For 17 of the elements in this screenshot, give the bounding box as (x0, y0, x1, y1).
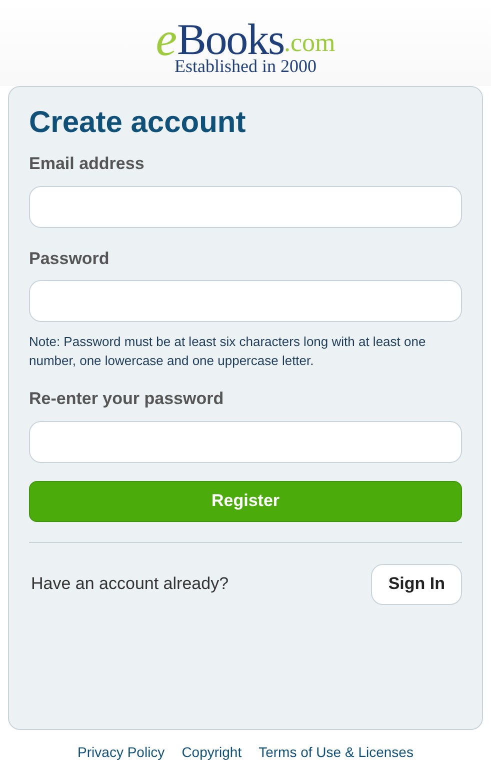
footer-link[interactable]: Copyright (182, 742, 242, 763)
logo-word: Books (177, 22, 284, 58)
form-title: Create account (29, 105, 247, 141)
password-note: Note: Password must be at least six characters long with at least one number, one lowercase and one uppercase letter. (29, 333, 427, 370)
logo-letter: e (156, 22, 178, 58)
footer-link[interactable]: Privacy Policy (78, 742, 165, 763)
footer-link[interactable]: Terms of Use & Licenses (258, 742, 414, 763)
logo-tagline: Established in 2000 (174, 56, 316, 76)
field-label: Re-enter your password (29, 388, 225, 410)
logo-domain: .com (284, 30, 336, 56)
input-field[interactable] (29, 186, 462, 228)
input-field[interactable] (29, 420, 462, 462)
field-label: Email address (29, 153, 146, 175)
field-label: Password (29, 248, 110, 270)
sign-in-button[interactable]: Sign In (371, 564, 462, 604)
signin-prompt: Have an account already? (30, 573, 229, 596)
input-field[interactable] (29, 280, 462, 322)
